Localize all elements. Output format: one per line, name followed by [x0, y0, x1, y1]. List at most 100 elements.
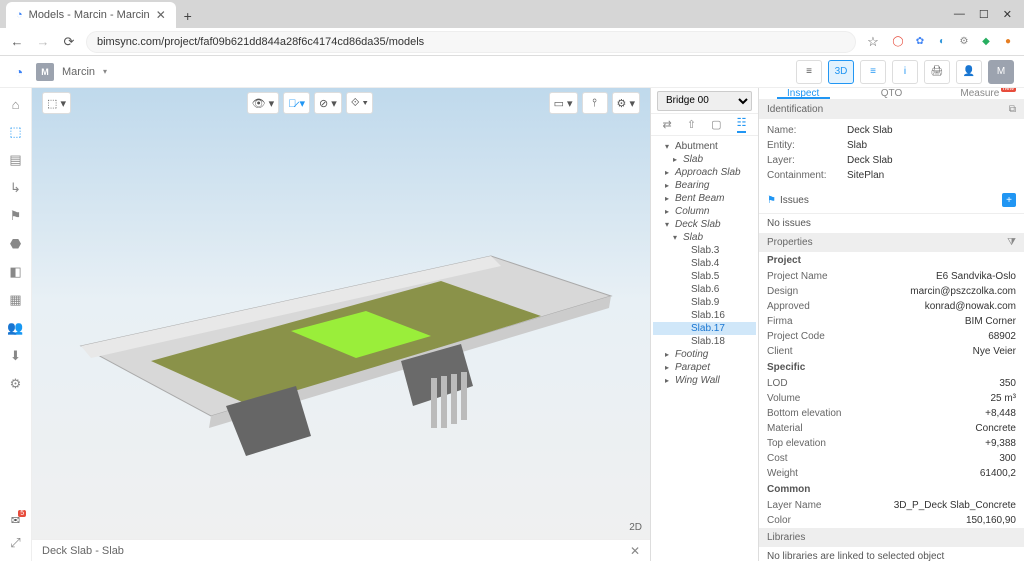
cube-icon[interactable]: ⬚ — [8, 124, 24, 140]
new-tab-button[interactable]: + — [176, 4, 200, 28]
tree-item[interactable]: Slab.17 — [653, 322, 756, 335]
ext-opera-icon[interactable]: ◯ — [890, 34, 906, 50]
prop-row: LOD350 — [759, 376, 1024, 391]
minimize-icon[interactable]: — — [954, 8, 965, 20]
prop-row: Layer Name3D_P_Deck Slab_Concrete — [759, 498, 1024, 513]
close-tab-icon[interactable]: ✕ — [156, 8, 166, 22]
tree-item[interactable]: ▸Approach Slab — [653, 166, 756, 179]
prop-row: MaterialConcrete — [759, 421, 1024, 436]
vp-cube-button[interactable]: ⬚ ▾ — [42, 92, 71, 114]
tree-item[interactable]: ▸Footing — [653, 348, 756, 361]
view-3d-button[interactable]: 3D — [828, 60, 854, 84]
tree-item[interactable]: Slab.18 — [653, 335, 756, 348]
gear-icon[interactable]: ⚙ — [8, 376, 24, 392]
ext-grammar-icon[interactable]: ⚙ — [956, 34, 972, 50]
tree-item[interactable]: Slab.4 — [653, 257, 756, 270]
tree-mode-nav-icon[interactable]: ⇄ — [663, 118, 672, 131]
hdr-user-button[interactable]: 👤 — [956, 60, 982, 84]
tree-item[interactable]: ▾Abutment — [653, 140, 756, 153]
tree-item[interactable]: ▸Slab — [653, 153, 756, 166]
tree-item[interactable]: Slab.3 — [653, 244, 756, 257]
close-window-icon[interactable]: ✕ — [1003, 8, 1012, 21]
vp-visibility-button[interactable]: 👁̷ ▾ — [283, 92, 310, 114]
vp-eye-button[interactable]: 👁 ▾ — [247, 92, 280, 114]
tree-item[interactable]: Slab.9 — [653, 296, 756, 309]
home-icon[interactable]: ⌂ — [8, 96, 24, 112]
vp-hide-button[interactable]: ⊘ ▾ — [314, 92, 342, 114]
ext-user-icon[interactable]: ● — [1000, 34, 1016, 50]
tree-item[interactable]: ▸Wing Wall — [653, 374, 756, 387]
tab-qto[interactable]: QTO — [847, 88, 935, 99]
tree-item[interactable]: Slab.16 — [653, 309, 756, 322]
inspector-panel: Inspect QTO Measure new Identification ⧉… — [758, 88, 1024, 561]
viewport-3d[interactable]: ⬚ ▾ 👁 ▾ 👁̷ ▾ ⊘ ▾ ⟐ ▾ ▭ ▾ ⫯ ⚙ ▾ — [32, 88, 650, 561]
forward-icon[interactable]: → — [34, 33, 52, 51]
tree-item[interactable]: ▸Column — [653, 205, 756, 218]
flag-icon[interactable]: ⚑ — [8, 208, 24, 224]
grid-icon[interactable]: ▦ — [8, 292, 24, 308]
viewport-mode-label[interactable]: 2D — [629, 522, 642, 533]
model-tree[interactable]: ▾Abutment▸Slab▸Approach Slab▸Bearing▸Ben… — [651, 136, 758, 561]
mail-icon[interactable]: ✉ 5 — [11, 514, 20, 527]
ext-translate-icon[interactable]: ◐ — [934, 34, 950, 50]
star-icon[interactable]: ☆ — [864, 33, 882, 51]
maximize-icon[interactable]: ☐ — [979, 8, 989, 21]
vp-filter-button[interactable]: ⟐ ▾ — [346, 92, 373, 114]
vp-gear-button[interactable]: ⚙ ▾ — [612, 92, 640, 114]
add-issue-button[interactable]: + — [1002, 193, 1016, 207]
canvas-3d[interactable]: 2D — [32, 88, 650, 539]
library-icon[interactable]: ▤ — [8, 152, 24, 168]
prop-row: ClientNye Veier — [759, 344, 1024, 359]
extension-icons: ◯ ✿ ◐ ⚙ ◆ ● — [890, 34, 1016, 50]
hdr-menu-button[interactable]: ≡ — [796, 60, 822, 84]
tree-item[interactable]: ▾Slab — [653, 231, 756, 244]
user-name: Marcin — [62, 66, 95, 78]
left-rail: ⌂ ⬚ ▤ ↳ ⚑ ⬣ ◧ ▦ 👥 ⬇ ⚙ ✉ 5 ⤢ — [0, 88, 32, 561]
vp-cursor-button[interactable]: ▭ ▾ — [549, 92, 578, 114]
user-avatar[interactable]: M — [36, 63, 54, 81]
prop-row: Designmarcin@pszczolka.com — [759, 284, 1024, 299]
tree-mode-layers-icon[interactable]: ☷ — [737, 116, 747, 133]
download-icon[interactable]: ⬇ — [8, 348, 24, 364]
back-icon[interactable]: ← — [8, 33, 26, 51]
model-select[interactable]: Bridge 00 — [657, 91, 752, 111]
tree-item[interactable]: Slab.6 — [653, 283, 756, 296]
issues-header[interactable]: ⚑ Issues + — [759, 187, 1024, 214]
tag-icon[interactable]: ⬣ — [8, 236, 24, 252]
layers-icon[interactable]: ◧ — [8, 264, 24, 280]
vp-measure-button[interactable]: ⫯ — [582, 92, 608, 114]
app-logo-icon[interactable]: ◔ — [10, 63, 28, 81]
reload-icon[interactable]: ⟳ — [60, 33, 78, 51]
section-properties: Properties ⧩ — [759, 233, 1024, 252]
copy-icon[interactable]: ⧉ — [1009, 104, 1016, 115]
ext-adb-icon[interactable]: ◆ — [978, 34, 994, 50]
branch-icon[interactable]: ↳ — [8, 180, 24, 196]
hdr-print-button[interactable]: 🖨 — [924, 60, 950, 84]
app-favicon-icon: ◔ — [16, 9, 23, 21]
prop-row: Cost300 — [759, 451, 1024, 466]
view-info-button[interactable]: i — [892, 60, 918, 84]
tab-measure[interactable]: Measure new — [936, 88, 1024, 99]
browser-tab[interactable]: ◔ Models - Marcin - Marcin ✕ — [6, 2, 176, 28]
filter-icon[interactable]: ⧩ — [1007, 237, 1016, 248]
tree-item[interactable]: ▸Bearing — [653, 179, 756, 192]
tree-mode-box-icon[interactable]: ▢ — [711, 118, 721, 131]
tab-inspect[interactable]: Inspect — [759, 88, 847, 99]
ext-bookmark-icon[interactable]: ✿ — [912, 34, 928, 50]
expand-icon[interactable]: ⤢ — [8, 535, 24, 551]
prop-group-header: Project — [759, 252, 1024, 269]
status-close-icon[interactable]: ✕ — [630, 544, 640, 558]
tree-item[interactable]: ▾Deck Slab — [653, 218, 756, 231]
app-header: ◔ M Marcin ▾ ≡ 3D ≡ i 🖨 👤 M — [0, 56, 1024, 88]
users-icon[interactable]: 👥 — [8, 320, 24, 336]
view-list-button[interactable]: ≡ — [860, 60, 886, 84]
url-input[interactable] — [86, 31, 856, 53]
tree-mode-up-icon[interactable]: ⇧ — [687, 118, 696, 131]
hdr-user-badge[interactable]: M — [988, 60, 1014, 84]
libraries-body: No libraries are linked to selected obje… — [759, 547, 1024, 561]
chevron-down-icon[interactable]: ▾ — [103, 67, 107, 76]
tree-item[interactable]: ▸Bent Beam — [653, 192, 756, 205]
tree-item[interactable]: ▸Parapet — [653, 361, 756, 374]
tree-item[interactable]: Slab.5 — [653, 270, 756, 283]
window-controls: — ☐ ✕ — [942, 0, 1024, 28]
